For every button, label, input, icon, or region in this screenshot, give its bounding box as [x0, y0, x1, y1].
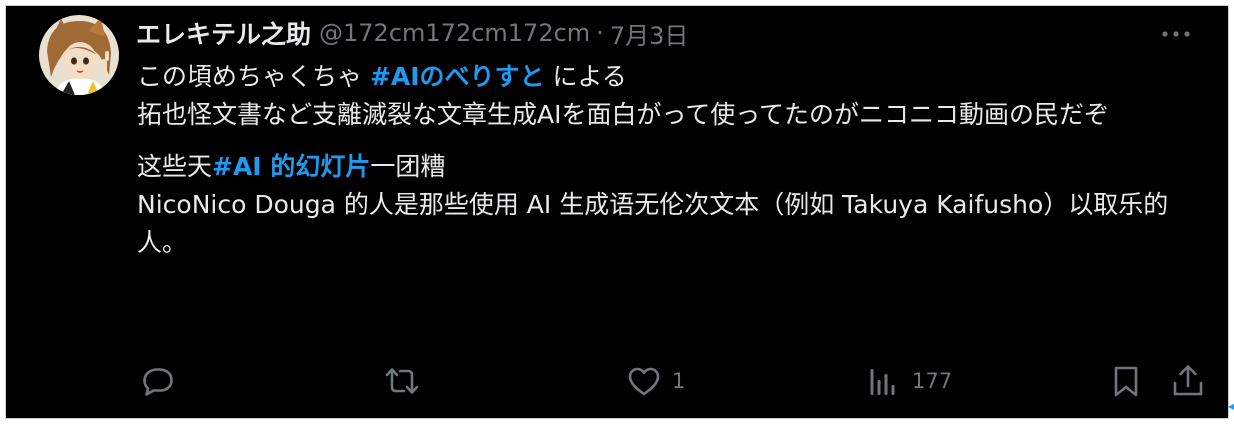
- like-count: 1: [672, 369, 686, 393]
- text-fragment: 拓也怪文書など支離滅裂な文章生成AIを面白がって使ってたのがニコニコ動画の民だぞ: [137, 100, 1109, 129]
- corner-arrow-icon: ◂: [1227, 399, 1234, 413]
- views-count: 177: [912, 369, 953, 393]
- retweet-button[interactable]: [380, 361, 424, 401]
- tweet-paragraph-original: この頃めちゃくちゃ #AIのべりすと による拓也怪文書など支離滅裂な文章生成AI…: [137, 58, 1199, 134]
- tweet-date[interactable]: 7月3日: [610, 16, 689, 51]
- views-icon: [864, 361, 904, 401]
- text-fragment: 这些天: [137, 152, 213, 181]
- author-handle[interactable]: @172cm172cm172cm: [319, 19, 590, 47]
- header-separator: ·: [596, 19, 604, 47]
- reply-icon: [138, 361, 178, 401]
- text-fragment: この頃めちゃくちゃ: [137, 62, 370, 91]
- bookmark-icon: [1106, 361, 1146, 401]
- share-button[interactable]: [1168, 361, 1208, 401]
- text-fragment: による: [544, 62, 627, 91]
- like-button[interactable]: 1: [624, 361, 685, 401]
- author-display-name[interactable]: エレキテル之助: [136, 15, 311, 51]
- share-icon: [1168, 361, 1208, 401]
- avatar[interactable]: [39, 15, 119, 95]
- tweet-header: エレキテル之助 @172cm172cm172cm · 7月3日: [136, 16, 688, 50]
- reply-button[interactable]: [138, 361, 178, 401]
- hashtag-link[interactable]: #AIのべりすと: [370, 62, 545, 91]
- retweet-icon: [380, 361, 424, 401]
- views-button[interactable]: 177: [864, 361, 952, 401]
- hashtag-link[interactable]: #AI 的幻灯片: [212, 152, 370, 181]
- tweet-paragraph-translation: 这些天#AI 的幻灯片一团糟 NicoNico Douga 的人是那些使用 AI …: [137, 148, 1199, 262]
- heart-icon: [624, 361, 664, 401]
- more-options-icon[interactable]: [1158, 24, 1194, 44]
- bookmark-button[interactable]: [1106, 361, 1146, 401]
- tweet-body: この頃めちゃくちゃ #AIのべりすと による拓也怪文書など支離滅裂な文章生成AI…: [137, 58, 1199, 262]
- tweet-card[interactable]: エレキテル之助 @172cm172cm172cm · 7月3日 この頃めちゃくち…: [6, 6, 1228, 418]
- text-fragment: 一团糟: [370, 152, 446, 181]
- action-bar: 1 177: [138, 361, 1203, 401]
- text-fragment: NicoNico Douga 的人是那些使用 AI 生成语无伦次文本（例如 Ta…: [137, 190, 1169, 257]
